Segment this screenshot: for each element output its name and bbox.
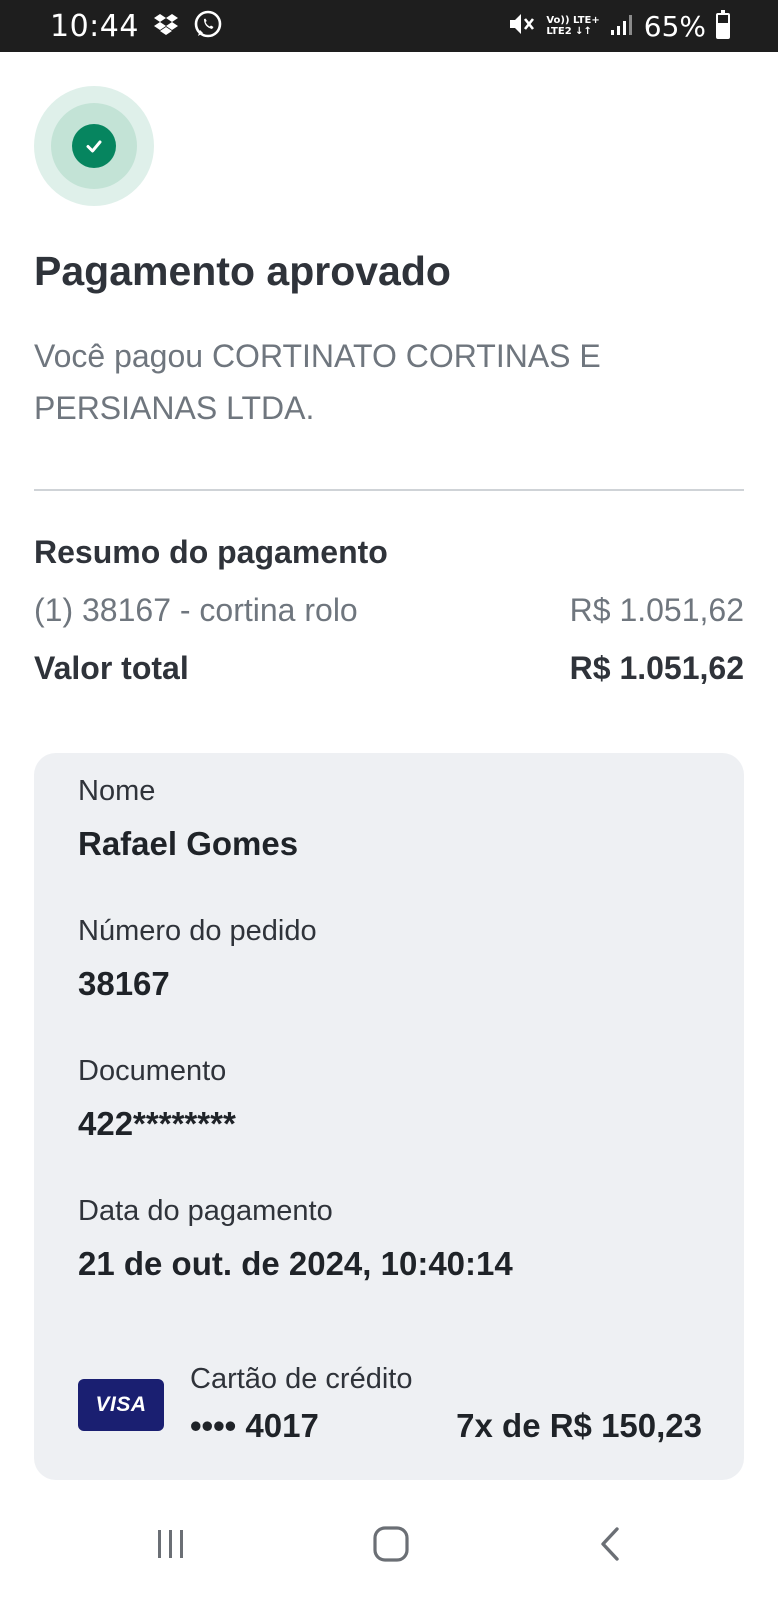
mute-icon: [508, 11, 536, 42]
navigation-bar: [0, 1490, 778, 1600]
success-icon-ring: [51, 103, 137, 189]
home-button[interactable]: [361, 1518, 421, 1574]
payment-details-card: Nome Rafael Gomes Número do pedido 38167…: [34, 753, 744, 1480]
status-left: 10:44: [50, 9, 223, 44]
whatsapp-icon: [193, 9, 223, 44]
order-label: Número do pedido: [78, 915, 317, 947]
recent-apps-icon: [153, 1526, 189, 1567]
battery-percent: 65%: [643, 9, 706, 43]
page-title: Pagamento aprovado: [34, 248, 451, 294]
payment-recipient: Você pagou CORTINATO CORTINAS E PERSIANA…: [34, 338, 601, 426]
card-number: •••• 4017: [190, 1407, 319, 1444]
name-label: Nome: [78, 775, 156, 807]
name-value: Rafael Gomes: [78, 825, 299, 862]
summary-total-value: R$ 1.051,62: [569, 650, 744, 686]
summary-total-row: Valor total R$ 1.051,62: [34, 650, 744, 687]
back-icon: [595, 1524, 625, 1569]
payment-date-value: 21 de out. de 2024, 10:40:14: [78, 1245, 513, 1282]
summary-item-label: (1) 38167 - cortina rolo: [34, 592, 358, 628]
card-brand-label: VISA: [95, 1393, 147, 1416]
success-check-icon: [34, 86, 154, 206]
success-icon-core: [72, 124, 116, 168]
status-right: Vo)) LTE+ LTE2 ↓↑ 65%: [508, 10, 730, 43]
network-bottom: LTE2 ↓↑: [546, 26, 592, 37]
recent-apps-button[interactable]: [141, 1518, 201, 1574]
summary-total-label: Valor total: [34, 650, 189, 686]
status-time: 10:44: [50, 8, 139, 44]
battery-icon: [716, 10, 730, 39]
status-bar: 10:44 Vo)) LTE+ LTE2 ↓↑ 65%: [0, 0, 778, 52]
network-top: Vo)) LTE+: [546, 15, 600, 26]
document-label: Documento: [78, 1055, 227, 1087]
network-indicator: Vo)) LTE+ LTE2 ↓↑: [546, 15, 599, 37]
installments: 7x de R$ 150,23: [456, 1407, 702, 1444]
payment-date-label: Data do pagamento: [78, 1195, 333, 1227]
back-button[interactable]: [580, 1518, 640, 1574]
visa-card-icon: VISA: [78, 1379, 164, 1431]
signal-icon: [610, 12, 634, 41]
card-type: Cartão de crédito: [190, 1363, 413, 1395]
summary-item-value: R$ 1.051,62: [569, 592, 744, 628]
order-value: 38167: [78, 965, 170, 1002]
battery-fill: [718, 22, 728, 37]
summary-item-row: (1) 38167 - cortina rolo R$ 1.051,62: [34, 592, 744, 629]
divider: [34, 489, 744, 491]
home-icon: [371, 1524, 411, 1569]
dropbox-icon: [153, 12, 179, 41]
summary-title: Resumo do pagamento: [34, 534, 388, 570]
document-value: 422********: [78, 1105, 236, 1142]
